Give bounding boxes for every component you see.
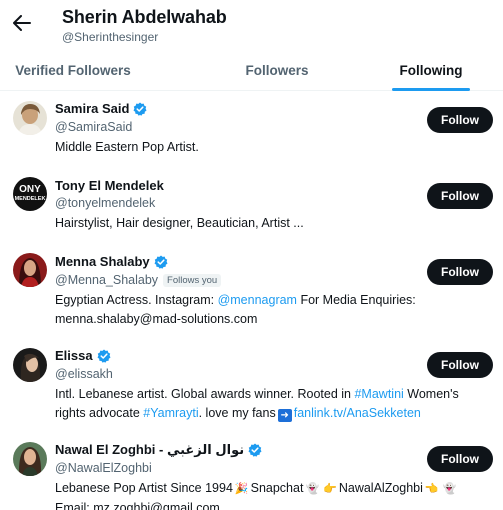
back-arrow-icon[interactable]: [11, 12, 33, 34]
verified-badge-icon[interactable]: [248, 443, 262, 457]
avatar[interactable]: [13, 101, 47, 135]
ghost-emoji-icon: 👻: [305, 483, 320, 495]
follow-button[interactable]: Follow: [427, 107, 493, 133]
user-bio: Lebanese Pop Artist Since 1994 🎉 Snapchat 👻…: [55, 479, 495, 510]
user-handle-line: @SamiraSaid: [55, 119, 132, 135]
bio-text: Women's: [403, 387, 459, 401]
tab-verified-followers[interactable]: Verified Followers: [0, 50, 146, 91]
avatar[interactable]: [13, 348, 47, 382]
bio-text: rights advocate: [55, 406, 144, 420]
user-name-line: Samira Said: [55, 100, 147, 117]
user-handle[interactable]: @NawalElZoghbi: [55, 461, 152, 475]
avatar[interactable]: ONY MENDELEK: [13, 177, 47, 211]
avatar-logo-text: ONY: [19, 184, 41, 195]
bio-text: Lebanese Pop Artist Since 1994: [55, 481, 233, 495]
user-name-line: Menna Shalaby: [55, 253, 168, 270]
user-name[interactable]: Elissa: [55, 348, 93, 363]
user-handle-line: @elissakh: [55, 366, 113, 382]
user-handle[interactable]: @Menna_Shalaby: [55, 273, 158, 287]
bio-text: Snapchat: [250, 481, 304, 495]
user-name[interactable]: Menna Shalaby: [55, 254, 150, 269]
user-row[interactable]: Menna Shalaby @Menna_Shalaby Follows you…: [0, 242, 503, 338]
bio-hashtag-link[interactable]: #Yamrayti: [143, 406, 198, 420]
tab-label: Followers: [245, 63, 309, 78]
tab-followers[interactable]: Followers: [207, 50, 347, 91]
user-name-line: Elissa: [55, 347, 111, 364]
page-title: Sherin Abdelwahab: [62, 7, 227, 27]
verified-badge-icon[interactable]: [154, 255, 168, 269]
user-name[interactable]: Nawal El Zoghbi - نوال الزغبي: [55, 442, 244, 458]
avatar-logo-text: MENDELEK: [15, 196, 46, 202]
bio-text: For Media Enquiries:: [296, 293, 416, 307]
bio-text: menna.shalaby@mad-solutions.com: [55, 312, 258, 326]
bio-text: Email: mz.zoghbi@gmail.com: [55, 501, 220, 510]
user-handle-line: @Menna_Shalaby Follows you: [55, 272, 222, 288]
user-bio: Hairstylist, Hair designer, Beautician, …: [55, 216, 304, 230]
point-right-emoji-icon: 👉: [323, 483, 337, 495]
user-handle[interactable]: @tonyelmendelek: [55, 196, 155, 210]
bio-text: Intl. Lebanese artist. Global awards win…: [55, 387, 355, 401]
tab-bar: Verified Followers Followers Following: [0, 50, 503, 91]
follow-button[interactable]: Follow: [427, 183, 493, 209]
follow-button[interactable]: Follow: [427, 259, 493, 285]
user-row[interactable]: Nawal El Zoghbi - نوال الزغبي @NawalElZo…: [0, 432, 503, 510]
bio-hashtag-link[interactable]: #Mawtini: [354, 387, 403, 401]
user-row[interactable]: ONY MENDELEK Tony El Mendelek @tonyelmen…: [0, 166, 503, 242]
user-handle[interactable]: @elissakh: [55, 367, 113, 381]
user-name[interactable]: Samira Said: [55, 101, 129, 116]
bio-text: . love my fans: [198, 406, 276, 420]
user-name-line: Nawal El Zoghbi - نوال الزغبي: [55, 441, 262, 458]
user-handle-line: @tonyelmendelek: [55, 195, 155, 211]
bio-link[interactable]: @mennagram: [218, 293, 297, 307]
user-bio: Intl. Lebanese artist. Global awards win…: [55, 385, 495, 423]
right-arrow-emoji-icon: ➜: [277, 409, 292, 422]
user-bio: Middle Eastern Pop Artist.: [55, 140, 199, 154]
avatar[interactable]: [13, 253, 47, 287]
avatar[interactable]: [13, 442, 47, 476]
user-row[interactable]: Elissa @elissakh Intl. Lebanese artist. …: [0, 338, 503, 432]
user-handle[interactable]: @SamiraSaid: [55, 120, 132, 134]
verified-badge-icon[interactable]: [133, 102, 147, 116]
page-handle: @Sherinthesinger: [62, 30, 159, 44]
user-row[interactable]: Samira Said @SamiraSaid Middle Eastern P…: [0, 92, 503, 166]
tab-label: Verified Followers: [15, 63, 131, 78]
follow-button[interactable]: Follow: [427, 352, 493, 378]
top-bar: Sherin Abdelwahab @Sherinthesinger: [0, 0, 503, 50]
user-name[interactable]: Tony El Mendelek: [55, 178, 164, 193]
user-handle-line: @NawalElZoghbi: [55, 460, 152, 476]
ghost-emoji-icon: 👻: [442, 483, 457, 495]
sparkles-emoji-icon: 🎉: [234, 483, 249, 495]
tab-label: Following: [399, 63, 463, 78]
bio-url-link[interactable]: fanlink.tv/AnaSekketen: [294, 406, 421, 420]
user-bio: Egyptian Actress. Instagram: @mennagram …: [55, 291, 495, 329]
active-tab-indicator: [392, 88, 470, 91]
tab-following[interactable]: Following: [392, 50, 470, 91]
bio-text: NawalAlZoghbi: [338, 481, 423, 495]
point-left-emoji-icon: 👈: [424, 483, 439, 495]
verified-badge-icon[interactable]: [97, 349, 111, 363]
user-name-line: Tony El Mendelek: [55, 177, 164, 194]
follows-you-badge: Follows you: [163, 273, 222, 287]
bio-text: Egyptian Actress. Instagram:: [55, 293, 218, 307]
follow-button[interactable]: Follow: [427, 446, 493, 472]
